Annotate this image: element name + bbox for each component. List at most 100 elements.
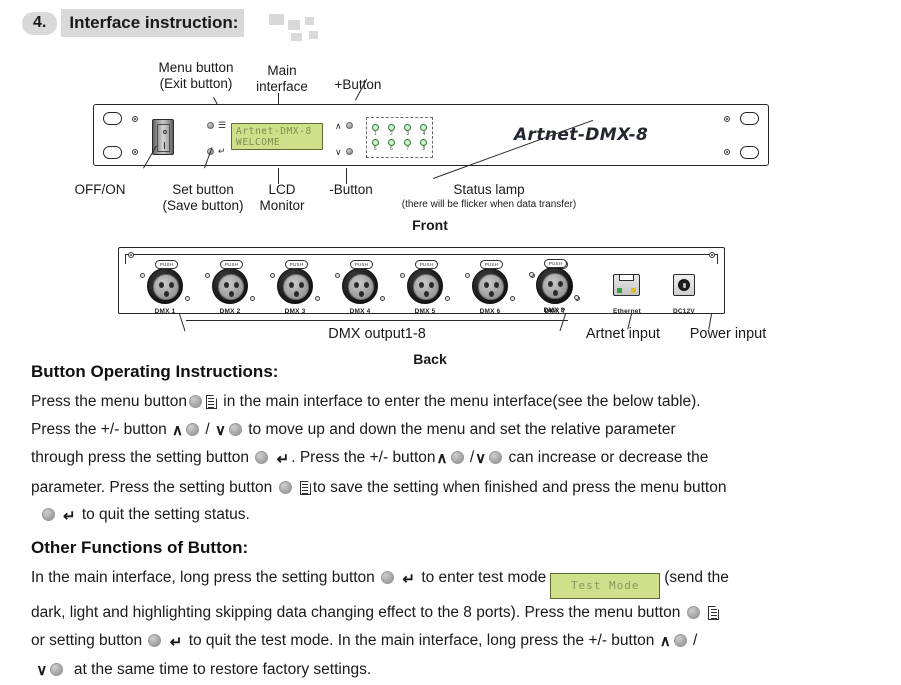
line-1: Press the menu button in the main interf…: [31, 388, 876, 416]
dc-label: DC12V: [673, 308, 695, 315]
line-5: ↵ to quit the setting status.: [31, 501, 876, 531]
status-lamp-3: 3: [401, 124, 415, 137]
document-icon: [205, 394, 218, 409]
text-run: at the same time to restore factory sett…: [73, 661, 372, 678]
chevron-up-icon: ∧: [436, 450, 448, 467]
status-lamp-2: 2: [384, 124, 398, 137]
button-ops-heading: Button Operating Instructions:: [31, 362, 279, 381]
line-1: In the main interface, long press the se…: [31, 562, 876, 599]
push-tab: PUSH: [220, 260, 243, 269]
button-circle-icon: [450, 451, 464, 464]
callout-lcd-monitor: LCD Monitor: [259, 182, 305, 213]
status-lamp-8: 8: [417, 139, 431, 152]
button-circle-icon: [255, 451, 269, 464]
lcd-line-1: Artnet-DMX-8: [236, 126, 312, 137]
button-circle-icon: [50, 663, 64, 676]
section-number: 4.: [22, 11, 58, 35]
dmx-port-6[interactable]: PUSH: [465, 260, 515, 304]
decor-block-3: [305, 17, 314, 25]
text-run: or setting button: [31, 631, 143, 649]
text-run: to enter test mode: [421, 569, 547, 586]
enter-arrow-icon: ↵: [169, 633, 183, 651]
callout-minus-button: -Button: [329, 182, 373, 197]
lcd-monitor: Artnet-DMX-8 WELCOME: [231, 123, 323, 150]
callout-artnet-input: Artnet input: [585, 326, 661, 342]
dmx-port-1[interactable]: PUSH: [140, 260, 190, 304]
power-on-mark: [164, 142, 166, 149]
power-switch[interactable]: [152, 119, 174, 155]
text-run: . Press the +/- button: [291, 449, 436, 466]
push-tab: PUSH: [480, 260, 503, 269]
chevron-up-icon: ∧: [172, 421, 183, 439]
decor-block-1: [269, 14, 284, 25]
chevron-up-icon: ∧: [335, 121, 342, 131]
line-3: through press the setting button ↵. Pres…: [31, 444, 876, 474]
dmx-label-6: DMX 6: [479, 308, 501, 315]
status-lamp-7: 7: [401, 139, 415, 152]
ethernet-led-yellow: [631, 288, 636, 293]
plus-button[interactable]: [346, 122, 353, 129]
leader-dmx-out-right: [559, 313, 566, 332]
button-circle-icon: [186, 422, 199, 436]
dmx-port-5[interactable]: PUSH: [400, 260, 450, 304]
chevron-down-icon: ∨: [475, 450, 487, 467]
ethernet-led-green: [617, 288, 622, 293]
push-tab: PUSH: [285, 260, 308, 269]
dmx-port-3[interactable]: PUSH: [270, 260, 320, 304]
menu-button[interactable]: [207, 122, 214, 129]
push-tab: PUSH: [155, 260, 178, 269]
text-run: dark, light and highlighting skipping da…: [31, 604, 681, 621]
rack-hole-top-left: [103, 112, 122, 125]
callout-dmx-output: DMX output1-8: [328, 326, 426, 342]
push-tab: PUSH: [350, 260, 373, 269]
status-lamp-group: 1 2 3 4 5 6 7 8: [366, 117, 433, 158]
document-icon: ☰: [218, 120, 227, 130]
dmx-port-2[interactable]: PUSH: [205, 260, 255, 304]
section-heading: 4. Interface instruction:: [22, 8, 245, 38]
document-icon: [299, 480, 312, 495]
chevron-down-icon: ∨: [335, 147, 342, 157]
button-circle-icon: [489, 451, 503, 464]
callout-set-button: Set button (Save button): [162, 182, 244, 213]
ethernet-label: Ethernet: [613, 308, 641, 315]
dmx-port-4[interactable]: PUSH: [335, 260, 385, 304]
callout-menu-button: Menu button (Exit button): [158, 60, 234, 91]
text-run: (send the: [664, 569, 729, 586]
push-tab: PUSH: [415, 260, 438, 269]
status-lamp-row-1: 1 2 3 4: [367, 124, 432, 137]
dmx-port-8[interactable]: PUSH: [529, 259, 579, 303]
dmx-label-3: DMX 3: [284, 308, 306, 315]
status-lamp-5: 5: [368, 139, 382, 152]
button-circle-icon: [686, 606, 700, 619]
leader-dmx-out-bar: [186, 320, 568, 321]
back-panel-illustration: PUSH PUSH PUSH PUSH PUSH PUSH PUSH DMX 1…: [118, 247, 725, 315]
dc-power-port[interactable]: [673, 274, 695, 296]
line-3: or setting button ↵ to quit the test mod…: [31, 627, 876, 657]
text-run: /: [469, 449, 475, 466]
text-run: to quit the test mode. In the main inter…: [188, 631, 655, 649]
lcd-test-mode: Test Mode: [550, 573, 661, 599]
text-run: can increase or decrease the: [508, 449, 709, 466]
text-run: Press the menu button: [31, 393, 187, 410]
minus-button[interactable]: [346, 148, 353, 155]
callout-power-input: Power input: [689, 326, 767, 342]
button-circle-icon: [188, 395, 202, 408]
text-run: to save the setting when finished and pr…: [312, 478, 727, 496]
text-run: In the main interface, long press the se…: [31, 569, 375, 586]
button-circle-icon: [278, 480, 292, 494]
enter-arrow-icon: ↵: [62, 508, 76, 525]
back-screw-right: [709, 252, 715, 258]
callout-plus-button: +Button: [334, 77, 382, 92]
chevron-up-icon: ∧: [659, 632, 671, 650]
ethernet-port[interactable]: [613, 274, 640, 296]
push-tab: PUSH: [544, 259, 567, 268]
other-functions-body: In the main interface, long press the se…: [31, 562, 876, 685]
callout-off-on: OFF/ON: [74, 182, 126, 197]
panel-screw-2: [132, 149, 138, 155]
button-circle-icon: [148, 633, 162, 647]
enter-arrow-icon: ↵: [218, 146, 226, 156]
enter-arrow-icon: ↵: [276, 451, 290, 468]
front-panel-illustration: ☰ ↵ Artnet-DMX-8 WELCOME ∧ ∨ 1 2 3 4 5 6…: [93, 104, 769, 166]
rack-hole-top-right: [740, 112, 759, 125]
button-circle-icon: [228, 422, 242, 436]
